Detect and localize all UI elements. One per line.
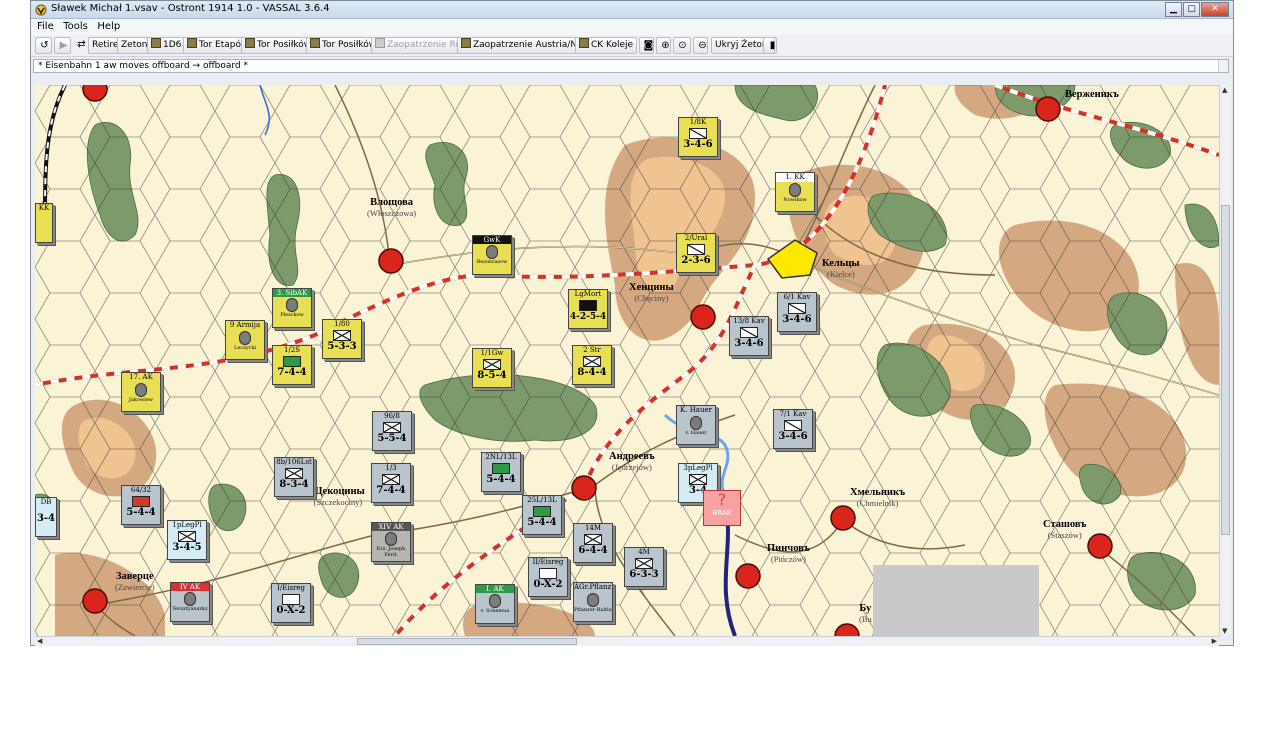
counter-unit[interactable]: 14M 6-4-4 (573, 523, 613, 563)
city-pinczow: Пинчовъ (Pińczów) (767, 543, 810, 564)
counter-unit[interactable]: 1/3 7-4-4 (371, 463, 411, 503)
city-jedrzejow: Андреевъ (Jędrzejów) (609, 451, 655, 472)
game-map[interactable]: Влощова (Włoszczowa) Хенцины (Chęciny) Кел… (35, 85, 1219, 636)
counter-unit[interactable]: LgMort 4-2-5-4 (568, 289, 608, 329)
zoom-out-icon[interactable]: ⊖ (693, 37, 708, 54)
menu-file[interactable]: File (37, 21, 54, 32)
chat-message: * Eisenbahn 1 aw moves offboard → offboa… (38, 61, 249, 71)
counter-unit[interactable]: 1pLegPl 3-4-5 (167, 520, 207, 560)
camera-icon[interactable]: ◙ (639, 37, 654, 54)
counter-leader[interactable]: 1. KK Nowikow (775, 172, 815, 212)
counter-leader[interactable]: GwK Bezobrazow (472, 235, 512, 275)
step-forward-icon[interactable]: ▶ (54, 37, 71, 54)
title-bar: Sławek Michał 1.vsav - Ostront 1914 1.0 … (31, 1, 1233, 19)
question-icon: ? (717, 490, 727, 509)
counter-unit[interactable]: 8b/106Lst 8-3-4 (274, 457, 314, 497)
tor-posilkow-button-1[interactable]: Tor Posiłków (241, 37, 316, 54)
brak-marker[interactable]: ? BRAK (703, 490, 741, 526)
counter-leader[interactable]: 17. AK Jakowlew (121, 372, 161, 412)
close-icon[interactable]: ✕ (1201, 2, 1229, 17)
minimize-icon[interactable]: ▁ (1165, 2, 1182, 17)
counter-unit[interactable]: II/Eisreg 0-X-2 (528, 557, 568, 597)
counter-unit[interactable]: 13/8 Kav 3-4-6 (729, 316, 769, 356)
vassal-app-icon (35, 4, 47, 16)
ck-koleje-button[interactable]: CK Koleje (575, 37, 638, 54)
track-icon (187, 38, 197, 48)
chat-scrollbar[interactable] (1218, 60, 1228, 72)
counter-unit[interactable]: 4M 6-3-3 (624, 547, 664, 587)
map-vertical-scrollbar[interactable]: ▲ ▼ (1219, 85, 1231, 636)
counter-unit[interactable]: 25L/13L 5-4-4 (522, 495, 562, 535)
counter-leader[interactable]: K. Hauer v. Hauer (676, 405, 716, 445)
info-icon[interactable]: ▮ (763, 37, 775, 54)
counter-leader[interactable]: KK (35, 203, 53, 243)
maximize-icon[interactable]: ▢ (1183, 2, 1200, 17)
swap-icon[interactable]: ⇄ (73, 37, 87, 54)
counter-leader[interactable]: I. AK v. Schemua (475, 584, 515, 624)
counter-unit[interactable]: DB 3-4 (35, 497, 57, 537)
city-staszow: Сташовъ (Staszów) (1043, 519, 1087, 540)
menu-help[interactable]: Help (97, 21, 120, 32)
dice-button[interactable]: 1D6 (147, 37, 186, 54)
info-overlay-panel (873, 565, 1039, 636)
rail-icon (579, 38, 589, 48)
counter-unit[interactable]: 1/2S 7-4-4 (272, 345, 312, 385)
counter-leader[interactable]: XIV AK Erz. Joseph Ferd. (371, 522, 411, 562)
city-szczekociny: Щекоцины (Szczekociny) (311, 486, 365, 507)
undo-icon[interactable]: ↺ (35, 37, 52, 54)
supply-icon (375, 38, 385, 48)
map-horizontal-scrollbar[interactable]: ◀ ▶ (35, 636, 1219, 646)
counter-unit[interactable]: 1/1Gw 8-5-4 (472, 348, 512, 388)
counter-unit[interactable]: 64/32 5-4-4 (121, 485, 161, 525)
toolbar: ↺ ▶ ⇄ Retire Zetony 1D6 Tor Etapów Tor P… (31, 35, 1233, 57)
city-bu: Бу (Bu (859, 603, 872, 624)
supply-icon (461, 38, 471, 48)
city-zawiercie: Заверце (Zawiercie) (115, 571, 155, 592)
counter-unit[interactable]: 7/1 Kav 3-4-6 (773, 409, 813, 449)
track-icon (310, 38, 320, 48)
counter-unit[interactable]: 96/8 5-5-4 (372, 411, 412, 451)
counter-leader[interactable]: IV AK Tersztyánszky (170, 582, 210, 622)
city-wloszczowa: Влощова (Włoszczowa) (367, 197, 417, 218)
city-verzhenik: Верженикъ (1065, 89, 1119, 100)
counter-unit[interactable]: 2/Ural 2-3-6 (676, 233, 716, 273)
counter-leader[interactable]: AGr.Pflanz. Pflanzer-Baltin (573, 582, 613, 622)
counter-unit[interactable]: 2 Str 8-4-4 (572, 345, 612, 385)
zoom-select-icon[interactable]: ⊙ (673, 37, 691, 54)
track-icon (245, 38, 255, 48)
counter-unit[interactable]: 2NL/13L 5-4-4 (481, 452, 521, 492)
counter-unit[interactable]: 6/1 Kav 3-4-6 (777, 292, 817, 332)
counter-unit[interactable]: I/Eisreg 0-X-2 (271, 583, 311, 623)
counter-unit[interactable]: 1/8K 3-4-6 (678, 117, 718, 157)
counter-leader[interactable]: 9 Armija Leczycki (225, 320, 265, 360)
tor-posilkow-button-2[interactable]: Tor Posiłków (306, 37, 381, 54)
dice-icon (151, 38, 161, 48)
menu-tools[interactable]: Tools (63, 21, 88, 32)
counter-unit[interactable]: 1/80 5-3-3 (322, 319, 362, 359)
zoom-in-icon[interactable]: ⊕ (656, 37, 671, 54)
menu-bar: File Tools Help (31, 19, 1233, 35)
chat-log: * Eisenbahn 1 aw moves offboard → offboa… (33, 59, 1229, 73)
city-checiny: Хенцины (Chęciny) (629, 282, 674, 303)
counter-leader[interactable]: 3. SibAK Plesckow (272, 288, 312, 328)
window-title: Sławek Michał 1.vsav - Ostront 1914 1.0 … (51, 3, 330, 14)
city-kielce: Кельцы (Kielce) (822, 258, 860, 279)
city-chmielnik: Хмельникъ (Chmielnik) (850, 487, 906, 508)
app-window: Sławek Michał 1.vsav - Ostront 1914 1.0 … (30, 0, 1234, 646)
